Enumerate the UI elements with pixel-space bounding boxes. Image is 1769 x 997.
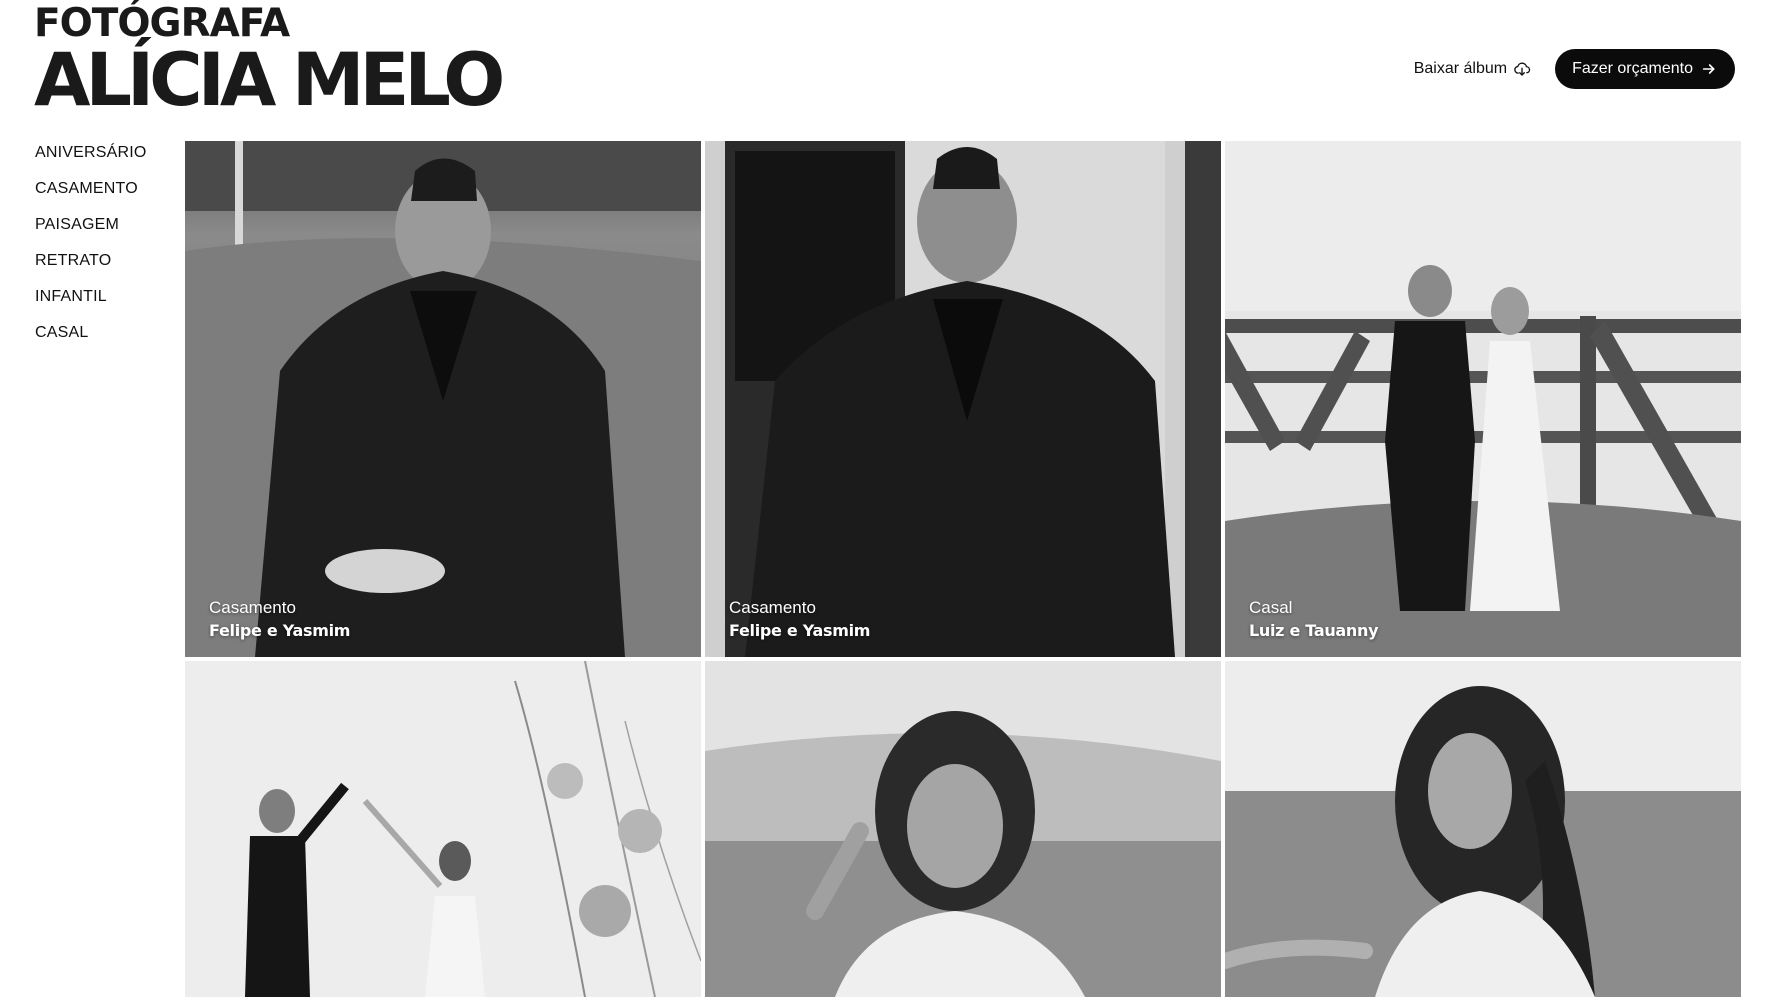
photo-gallery: Casamento Felipe e Yasmim Casamento Feli…: [185, 141, 1741, 997]
card-category: Casamento: [209, 598, 296, 617]
card-caption: Casal Luiz e Tauanny: [1249, 597, 1379, 643]
gallery-photo: [185, 141, 701, 657]
arrow-right-icon: [1702, 64, 1715, 74]
gallery-photo: [705, 661, 1221, 997]
logo-title: ALÍCIA MELO: [34, 38, 505, 123]
category-item-infantil[interactable]: INFANTIL: [35, 287, 147, 323]
category-item-casamento[interactable]: CASAMENTO: [35, 179, 147, 215]
request-quote-button[interactable]: Fazer orçamento: [1555, 49, 1735, 89]
card-category: Casamento: [729, 598, 816, 617]
category-nav: ANIVERSÁRIO CASAMENTO PAISAGEM RETRATO I…: [35, 143, 147, 359]
cloud-download-icon: [1514, 62, 1531, 76]
download-album-link[interactable]: Baixar álbum: [1414, 60, 1531, 78]
page: FOTÓGRAFA ALÍCIA MELO Baixar álbum Fazer…: [0, 0, 1769, 997]
gallery-card[interactable]: [705, 661, 1221, 997]
gallery-card[interactable]: [1225, 661, 1741, 997]
site-logo[interactable]: FOTÓGRAFA ALÍCIA MELO: [34, 4, 505, 123]
category-item-retrato[interactable]: RETRATO: [35, 251, 147, 287]
card-category: Casal: [1249, 598, 1293, 617]
gallery-card[interactable]: Casamento Felipe e Yasmim: [185, 141, 701, 657]
gallery-photo: [1225, 141, 1741, 657]
gallery-card[interactable]: Casamento Felipe e Yasmim: [705, 141, 1221, 657]
gallery-photo: [1225, 661, 1741, 997]
request-quote-label: Fazer orçamento: [1572, 60, 1693, 77]
gallery-photo: [185, 661, 701, 997]
category-item-casal[interactable]: CASAL: [35, 323, 147, 359]
header-actions: Baixar álbum Fazer orçamento: [1414, 49, 1735, 89]
card-caption: Casamento Felipe e Yasmim: [209, 597, 350, 643]
card-caption: Casamento Felipe e Yasmim: [729, 597, 870, 643]
card-title: Felipe e Yasmim: [729, 621, 871, 640]
card-title: Felipe e Yasmim: [209, 621, 351, 640]
category-item-paisagem[interactable]: PAISAGEM: [35, 215, 147, 251]
gallery-photo: [705, 141, 1221, 657]
category-item-aniversario[interactable]: ANIVERSÁRIO: [35, 143, 147, 179]
download-album-label: Baixar álbum: [1413, 60, 1508, 77]
gallery-card[interactable]: [185, 661, 701, 997]
gallery-card[interactable]: Casal Luiz e Tauanny: [1225, 141, 1741, 657]
card-title: Luiz e Tauanny: [1249, 621, 1379, 640]
